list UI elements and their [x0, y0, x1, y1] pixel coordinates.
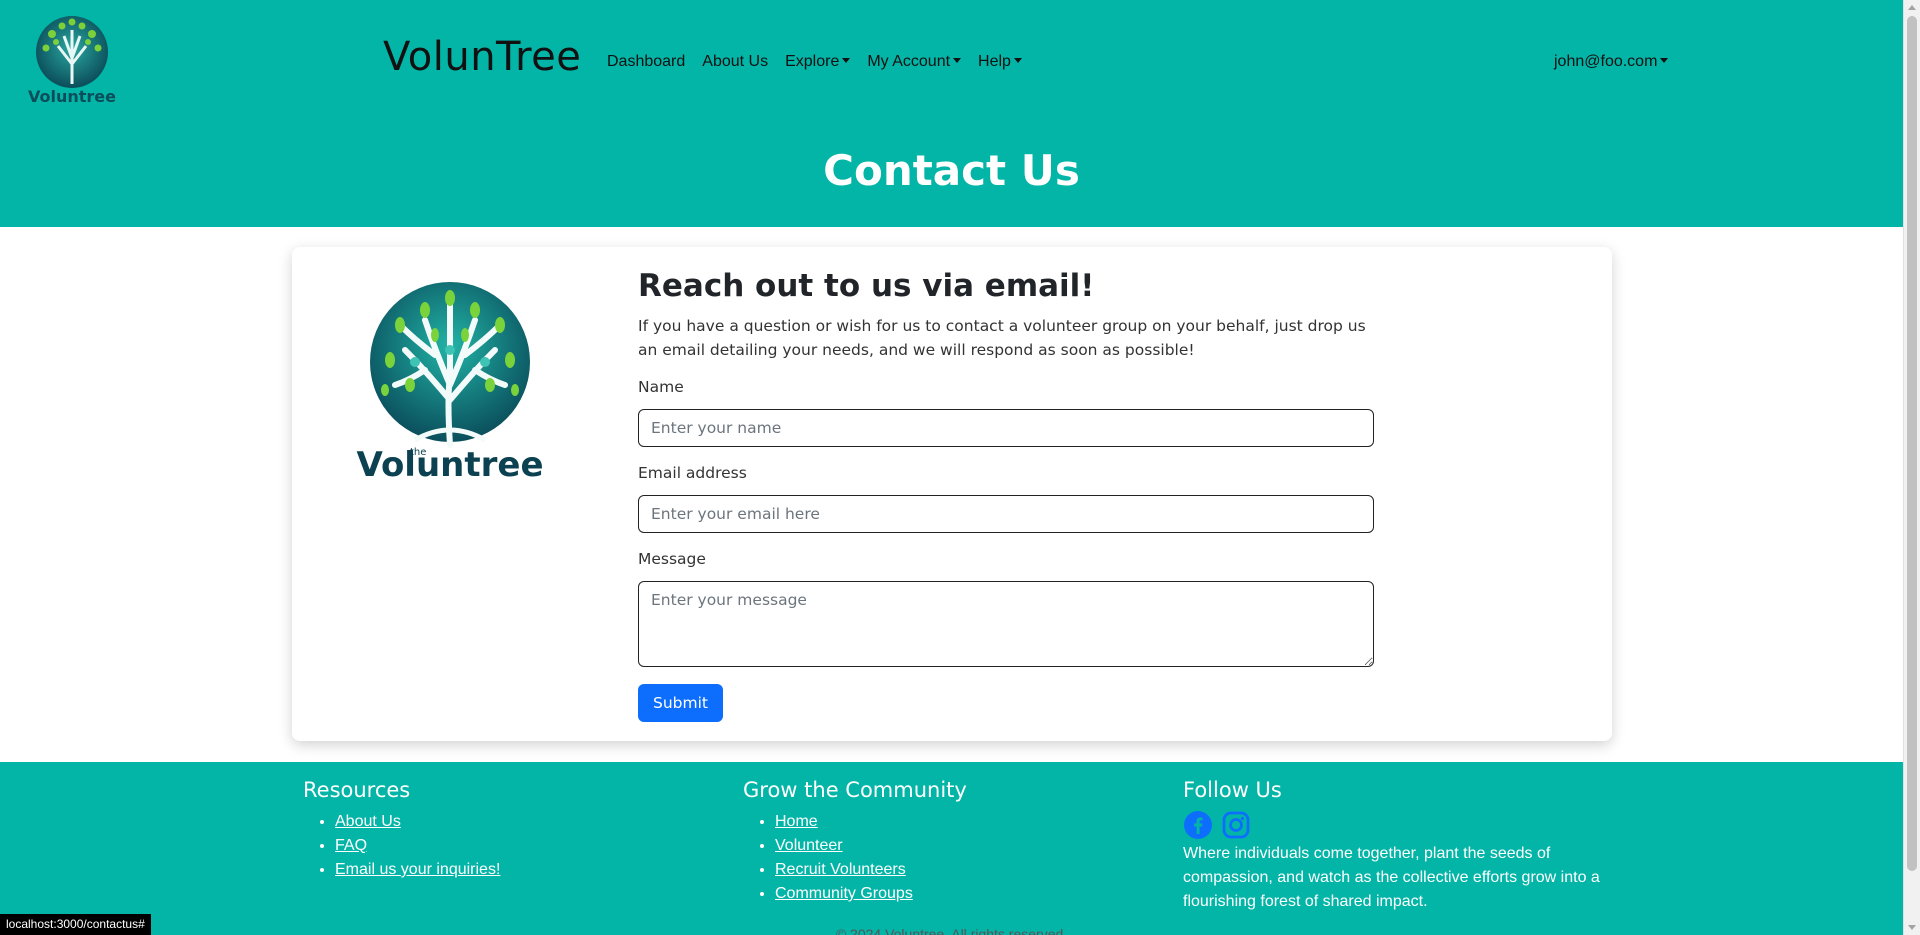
- nav-about-us[interactable]: About Us: [702, 53, 768, 71]
- page-title: Contact Us: [823, 146, 1080, 195]
- footer-link-home[interactable]: Home: [775, 813, 818, 830]
- message-textarea[interactable]: [638, 581, 1374, 667]
- resources-heading: Resources: [303, 778, 411, 802]
- footer-link-recruit-volunteers[interactable]: Recruit Volunteers: [775, 861, 906, 878]
- browser-status-url: localhost:3000/contactus#: [0, 914, 151, 935]
- page-scrollbar[interactable]: [1903, 0, 1920, 935]
- footer-link-volunteer[interactable]: Volunteer: [775, 837, 843, 854]
- svg-text:Voluntree: Voluntree: [356, 445, 543, 480]
- nav-dashboard[interactable]: Dashboard: [607, 53, 685, 71]
- footer-resources: Resources About Us FAQ Email us your inq…: [303, 778, 500, 882]
- scroll-down-arrow-icon[interactable]: [1908, 925, 1916, 930]
- message-label: Message: [638, 550, 706, 568]
- name-label: Name: [638, 378, 684, 396]
- social-links: [1183, 810, 1603, 840]
- footer-link-community-groups[interactable]: Community Groups: [775, 885, 913, 902]
- submit-button[interactable]: Submit: [638, 684, 723, 722]
- instagram-icon[interactable]: [1221, 810, 1251, 840]
- email-input[interactable]: [638, 495, 1374, 533]
- main-nav: Dashboard About Us Explore My Account He…: [607, 53, 1022, 71]
- nav-help-dropdown[interactable]: Help: [978, 53, 1022, 71]
- copyright-text: © 2024 Voluntree. All rights reserved.: [835, 926, 1068, 935]
- site-footer: Resources About Us FAQ Email us your inq…: [0, 762, 1903, 935]
- nav-explore-dropdown[interactable]: Explore: [785, 53, 850, 71]
- email-label: Email address: [638, 464, 747, 482]
- contact-form-intro: Reach out to us via email! If you have a…: [638, 268, 1374, 362]
- svg-text:Voluntree: Voluntree: [28, 87, 116, 106]
- voluntree-logo[interactable]: Voluntree: [22, 12, 122, 106]
- community-heading: Grow the Community: [743, 778, 967, 802]
- facebook-icon[interactable]: [1183, 810, 1213, 840]
- footer-link-about-us[interactable]: About Us: [335, 813, 401, 830]
- svg-text:the: the: [410, 447, 426, 458]
- scrollbar-thumb[interactable]: [1907, 16, 1917, 871]
- form-intro-text: If you have a question or wish for us to…: [638, 317, 1366, 359]
- form-title: Reach out to us via email!: [638, 268, 1095, 304]
- footer-link-faq[interactable]: FAQ: [335, 837, 367, 854]
- account-dropdown[interactable]: john@foo.com: [1554, 53, 1668, 71]
- site-header: Voluntree VolunTree Dashboard About Us E…: [0, 0, 1903, 227]
- footer-link-email-inquiries[interactable]: Email us your inquiries!: [335, 861, 500, 878]
- footer-community: Grow the Community Home Volunteer Recrui…: [743, 778, 967, 906]
- voluntree-large-logo: Voluntree the: [356, 282, 544, 480]
- name-input[interactable]: [638, 409, 1374, 447]
- footer-follow: Follow Us Where individuals come togethe…: [1183, 778, 1603, 914]
- brand-title[interactable]: VolunTree: [383, 34, 581, 80]
- nav-my-account-dropdown[interactable]: My Account: [867, 53, 961, 71]
- scroll-up-arrow-icon[interactable]: [1908, 5, 1916, 10]
- footer-tagline: Where individuals come together, plant t…: [1183, 845, 1600, 910]
- follow-heading: Follow Us: [1183, 778, 1282, 802]
